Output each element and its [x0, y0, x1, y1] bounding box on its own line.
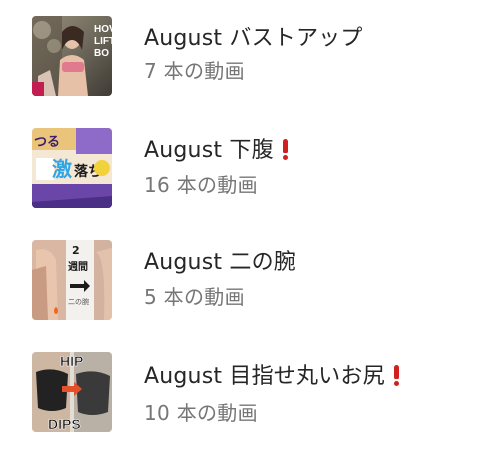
thumbnail-image: つる 激 落ち [32, 128, 112, 208]
thumbnail-text: 二の腕 [68, 297, 89, 306]
thumbnail-text: つる [34, 135, 60, 150]
thumbnail-text: 激 [52, 157, 72, 181]
exclamation-icon [280, 138, 290, 160]
playlist-title-text: August 二の腕 [144, 250, 296, 275]
playlist-title-text: August 下腹 [144, 138, 274, 163]
thumbnail-text: HIP [60, 353, 83, 369]
thumbnail-text: 週間 [68, 261, 88, 273]
thumbnail-image: HIP DIPS [32, 352, 112, 432]
playlist-thumbnail[interactable]: HIP DIPS [32, 352, 112, 432]
playlist-thumbnail[interactable]: つる 激 落ち [32, 128, 112, 208]
thumbnail-text: BO [94, 48, 109, 59]
playlist-title[interactable]: August 二の腕 [144, 249, 296, 277]
thumbnail-text: LIFT [94, 36, 112, 47]
playlist-item-round-hips[interactable]: HIP DIPS August 目指せ丸いお尻 10 本の動画 [0, 336, 485, 436]
thumbnail-image: 2 週間 二の腕 [32, 240, 112, 320]
playlist-title[interactable]: August バストアップ [144, 25, 363, 53]
thumbnail-text: 2 [72, 244, 80, 257]
playlist-title-text: August 目指せ丸いお尻 [144, 364, 385, 389]
playlist-item-upper-arm[interactable]: 2 週間 二の腕 August 二の腕 5 本の動画 [0, 224, 485, 324]
video-count: 5 本の動画 [144, 285, 245, 309]
exclamation-icon [391, 364, 401, 386]
playlist-item-lower-belly[interactable]: つる 激 落ち August 下腹 16 本の動画 [0, 112, 485, 212]
playlist-thumbnail[interactable]: 2 週間 二の腕 [32, 240, 112, 320]
thumbnail-image: HOV LIFT BO [32, 16, 112, 96]
video-count: 10 本の動画 [144, 401, 258, 425]
playlist-list: HOV LIFT BO August バストアップ 7 本の動画 つる 激 落ち [0, 0, 485, 450]
playlist-title[interactable]: August 下腹 [144, 137, 290, 165]
playlist-title[interactable]: August 目指せ丸いお尻 [144, 363, 401, 391]
video-count: 7 本の動画 [144, 59, 245, 83]
playlist-item-bust-up[interactable]: HOV LIFT BO August バストアップ 7 本の動画 [0, 0, 485, 100]
thumbnail-text: DIPS [48, 416, 81, 432]
video-count: 16 本の動画 [144, 173, 258, 197]
playlist-thumbnail[interactable]: HOV LIFT BO [32, 16, 112, 96]
thumbnail-text: HOV [94, 24, 112, 35]
playlist-title-text: August バストアップ [144, 26, 363, 51]
